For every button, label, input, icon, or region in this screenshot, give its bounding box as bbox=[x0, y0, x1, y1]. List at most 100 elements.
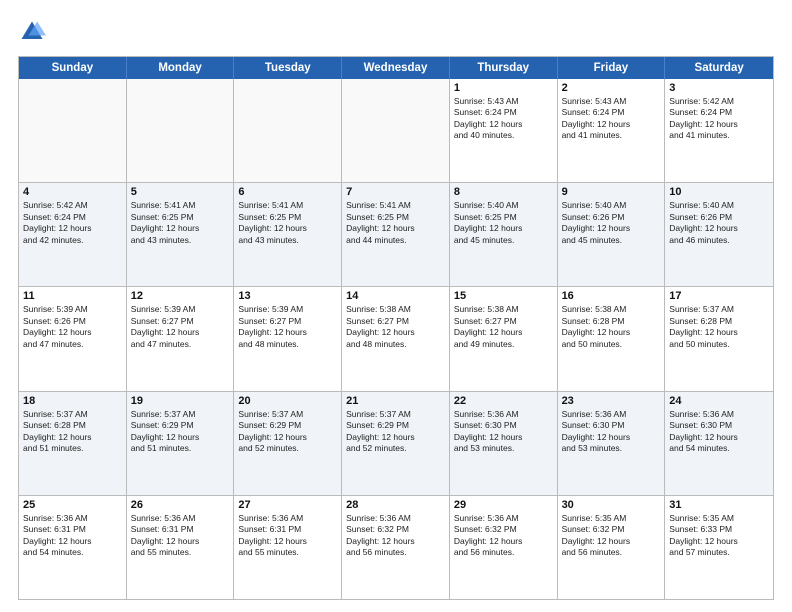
cell-info: Sunrise: 5:37 AM Sunset: 6:28 PM Dayligh… bbox=[23, 409, 122, 455]
calendar-cell: 22 Sunrise: 5:36 AM Sunset: 6:30 PM Dayli… bbox=[450, 392, 558, 495]
logo bbox=[18, 18, 50, 46]
calendar-cell: 24Sunrise: 5:36 AM Sunset: 6:30 PM Dayli… bbox=[665, 392, 773, 495]
calendar-cell: 15 Sunrise: 5:38 AM Sunset: 6:27 PM Dayli… bbox=[450, 287, 558, 390]
day-number: 5 bbox=[131, 186, 230, 198]
calendar-cell: 1 Sunrise: 5:43 AM Sunset: 6:24 PM Daylig… bbox=[450, 79, 558, 182]
cell-info: Sunrise: 5:36 AM Sunset: 6:31 PM Dayligh… bbox=[23, 513, 122, 559]
calendar-cell: 10 Sunrise: 5:40 AM Sunset: 6:26 PM Dayli… bbox=[665, 183, 773, 286]
day-number: 29 bbox=[454, 499, 553, 511]
calendar: SundayMondayTuesdayWednesdayThursdayFrid… bbox=[18, 56, 774, 600]
calendar-cell bbox=[127, 79, 235, 182]
day-number: 10 bbox=[669, 186, 769, 198]
day-number: 21 bbox=[346, 395, 445, 407]
calendar-cell: 4 Sunrise: 5:42 AM Sunset: 6:24 PM Daylig… bbox=[19, 183, 127, 286]
calendar-cell: 18 Sunrise: 5:37 AM Sunset: 6:28 PM Dayli… bbox=[19, 392, 127, 495]
calendar-header-cell: Friday bbox=[558, 57, 666, 79]
cell-info: Sunrise: 5:38 AM Sunset: 6:27 PM Dayligh… bbox=[454, 304, 553, 350]
day-number: 15 bbox=[454, 290, 553, 302]
logo-icon bbox=[18, 18, 46, 46]
calendar-row: 11 Sunrise: 5:39 AM Sunset: 6:26 PM Dayli… bbox=[19, 286, 773, 390]
cell-info: Sunrise: 5:39 AM Sunset: 6:26 PM Dayligh… bbox=[23, 304, 122, 350]
calendar-cell: 9Sunrise: 5:40 AM Sunset: 6:26 PM Daylig… bbox=[558, 183, 666, 286]
calendar-row: 1 Sunrise: 5:43 AM Sunset: 6:24 PM Daylig… bbox=[19, 79, 773, 182]
cell-info: Sunrise: 5:40 AM Sunset: 6:26 PM Dayligh… bbox=[669, 200, 769, 246]
cell-info: Sunrise: 5:38 AM Sunset: 6:27 PM Dayligh… bbox=[346, 304, 445, 350]
day-number: 25 bbox=[23, 499, 122, 511]
day-number: 16 bbox=[562, 290, 661, 302]
cell-info: Sunrise: 5:37 AM Sunset: 6:29 PM Dayligh… bbox=[131, 409, 230, 455]
cell-info: Sunrise: 5:39 AM Sunset: 6:27 PM Dayligh… bbox=[131, 304, 230, 350]
calendar-header-cell: Wednesday bbox=[342, 57, 450, 79]
day-number: 31 bbox=[669, 499, 769, 511]
day-number: 6 bbox=[238, 186, 337, 198]
day-number: 14 bbox=[346, 290, 445, 302]
calendar-cell bbox=[19, 79, 127, 182]
calendar-cell: 19 Sunrise: 5:37 AM Sunset: 6:29 PM Dayli… bbox=[127, 392, 235, 495]
day-number: 26 bbox=[131, 499, 230, 511]
cell-info: Sunrise: 5:37 AM Sunset: 6:28 PM Dayligh… bbox=[669, 304, 769, 350]
day-number: 30 bbox=[562, 499, 661, 511]
cell-info: Sunrise: 5:36 AM Sunset: 6:31 PM Dayligh… bbox=[238, 513, 337, 559]
calendar-cell: 17Sunrise: 5:37 AM Sunset: 6:28 PM Dayli… bbox=[665, 287, 773, 390]
calendar-cell: 6 Sunrise: 5:41 AM Sunset: 6:25 PM Daylig… bbox=[234, 183, 342, 286]
calendar-cell: 30 Sunrise: 5:35 AM Sunset: 6:32 PM Dayli… bbox=[558, 496, 666, 599]
calendar-header-cell: Thursday bbox=[450, 57, 558, 79]
calendar-cell: 8 Sunrise: 5:40 AM Sunset: 6:25 PM Daylig… bbox=[450, 183, 558, 286]
calendar-cell: 26 Sunrise: 5:36 AM Sunset: 6:31 PM Dayli… bbox=[127, 496, 235, 599]
cell-info: Sunrise: 5:35 AM Sunset: 6:33 PM Dayligh… bbox=[669, 513, 769, 559]
day-number: 22 bbox=[454, 395, 553, 407]
day-number: 4 bbox=[23, 186, 122, 198]
cell-info: Sunrise: 5:35 AM Sunset: 6:32 PM Dayligh… bbox=[562, 513, 661, 559]
calendar-cell: 13 Sunrise: 5:39 AM Sunset: 6:27 PM Dayli… bbox=[234, 287, 342, 390]
calendar-row: 18 Sunrise: 5:37 AM Sunset: 6:28 PM Dayli… bbox=[19, 391, 773, 495]
cell-info: Sunrise: 5:37 AM Sunset: 6:29 PM Dayligh… bbox=[238, 409, 337, 455]
day-number: 7 bbox=[346, 186, 445, 198]
calendar-cell: 3Sunrise: 5:42 AM Sunset: 6:24 PM Daylig… bbox=[665, 79, 773, 182]
calendar-cell: 14 Sunrise: 5:38 AM Sunset: 6:27 PM Dayli… bbox=[342, 287, 450, 390]
calendar-cell: 16 Sunrise: 5:38 AM Sunset: 6:28 PM Dayli… bbox=[558, 287, 666, 390]
day-number: 2 bbox=[562, 82, 661, 94]
cell-info: Sunrise: 5:41 AM Sunset: 6:25 PM Dayligh… bbox=[238, 200, 337, 246]
cell-info: Sunrise: 5:36 AM Sunset: 6:32 PM Dayligh… bbox=[346, 513, 445, 559]
calendar-header-cell: Saturday bbox=[665, 57, 773, 79]
cell-info: Sunrise: 5:40 AM Sunset: 6:25 PM Dayligh… bbox=[454, 200, 553, 246]
calendar-cell: 25 Sunrise: 5:36 AM Sunset: 6:31 PM Dayli… bbox=[19, 496, 127, 599]
cell-info: Sunrise: 5:36 AM Sunset: 6:31 PM Dayligh… bbox=[131, 513, 230, 559]
cell-info: Sunrise: 5:43 AM Sunset: 6:24 PM Dayligh… bbox=[454, 96, 553, 142]
cell-info: Sunrise: 5:36 AM Sunset: 6:30 PM Dayligh… bbox=[562, 409, 661, 455]
calendar-cell: 31 Sunrise: 5:35 AM Sunset: 6:33 PM Dayli… bbox=[665, 496, 773, 599]
day-number: 13 bbox=[238, 290, 337, 302]
calendar-cell bbox=[342, 79, 450, 182]
calendar-cell: 23Sunrise: 5:36 AM Sunset: 6:30 PM Dayli… bbox=[558, 392, 666, 495]
cell-info: Sunrise: 5:41 AM Sunset: 6:25 PM Dayligh… bbox=[346, 200, 445, 246]
day-number: 18 bbox=[23, 395, 122, 407]
day-number: 19 bbox=[131, 395, 230, 407]
calendar-header: SundayMondayTuesdayWednesdayThursdayFrid… bbox=[19, 57, 773, 79]
calendar-cell: 11 Sunrise: 5:39 AM Sunset: 6:26 PM Dayli… bbox=[19, 287, 127, 390]
page: SundayMondayTuesdayWednesdayThursdayFrid… bbox=[0, 0, 792, 612]
calendar-header-cell: Tuesday bbox=[234, 57, 342, 79]
calendar-cell: 20Sunrise: 5:37 AM Sunset: 6:29 PM Dayli… bbox=[234, 392, 342, 495]
day-number: 11 bbox=[23, 290, 122, 302]
calendar-row: 25 Sunrise: 5:36 AM Sunset: 6:31 PM Dayli… bbox=[19, 495, 773, 599]
calendar-body: 1 Sunrise: 5:43 AM Sunset: 6:24 PM Daylig… bbox=[19, 79, 773, 599]
calendar-cell: 2 Sunrise: 5:43 AM Sunset: 6:24 PM Daylig… bbox=[558, 79, 666, 182]
day-number: 1 bbox=[454, 82, 553, 94]
day-number: 9 bbox=[562, 186, 661, 198]
cell-info: Sunrise: 5:36 AM Sunset: 6:32 PM Dayligh… bbox=[454, 513, 553, 559]
cell-info: Sunrise: 5:37 AM Sunset: 6:29 PM Dayligh… bbox=[346, 409, 445, 455]
day-number: 8 bbox=[454, 186, 553, 198]
day-number: 27 bbox=[238, 499, 337, 511]
calendar-cell: 28 Sunrise: 5:36 AM Sunset: 6:32 PM Dayli… bbox=[342, 496, 450, 599]
cell-info: Sunrise: 5:36 AM Sunset: 6:30 PM Dayligh… bbox=[669, 409, 769, 455]
day-number: 28 bbox=[346, 499, 445, 511]
cell-info: Sunrise: 5:42 AM Sunset: 6:24 PM Dayligh… bbox=[23, 200, 122, 246]
calendar-cell: 29 Sunrise: 5:36 AM Sunset: 6:32 PM Dayli… bbox=[450, 496, 558, 599]
calendar-cell: 7 Sunrise: 5:41 AM Sunset: 6:25 PM Daylig… bbox=[342, 183, 450, 286]
calendar-cell bbox=[234, 79, 342, 182]
cell-info: Sunrise: 5:39 AM Sunset: 6:27 PM Dayligh… bbox=[238, 304, 337, 350]
cell-info: Sunrise: 5:43 AM Sunset: 6:24 PM Dayligh… bbox=[562, 96, 661, 142]
cell-info: Sunrise: 5:38 AM Sunset: 6:28 PM Dayligh… bbox=[562, 304, 661, 350]
day-number: 3 bbox=[669, 82, 769, 94]
cell-info: Sunrise: 5:36 AM Sunset: 6:30 PM Dayligh… bbox=[454, 409, 553, 455]
